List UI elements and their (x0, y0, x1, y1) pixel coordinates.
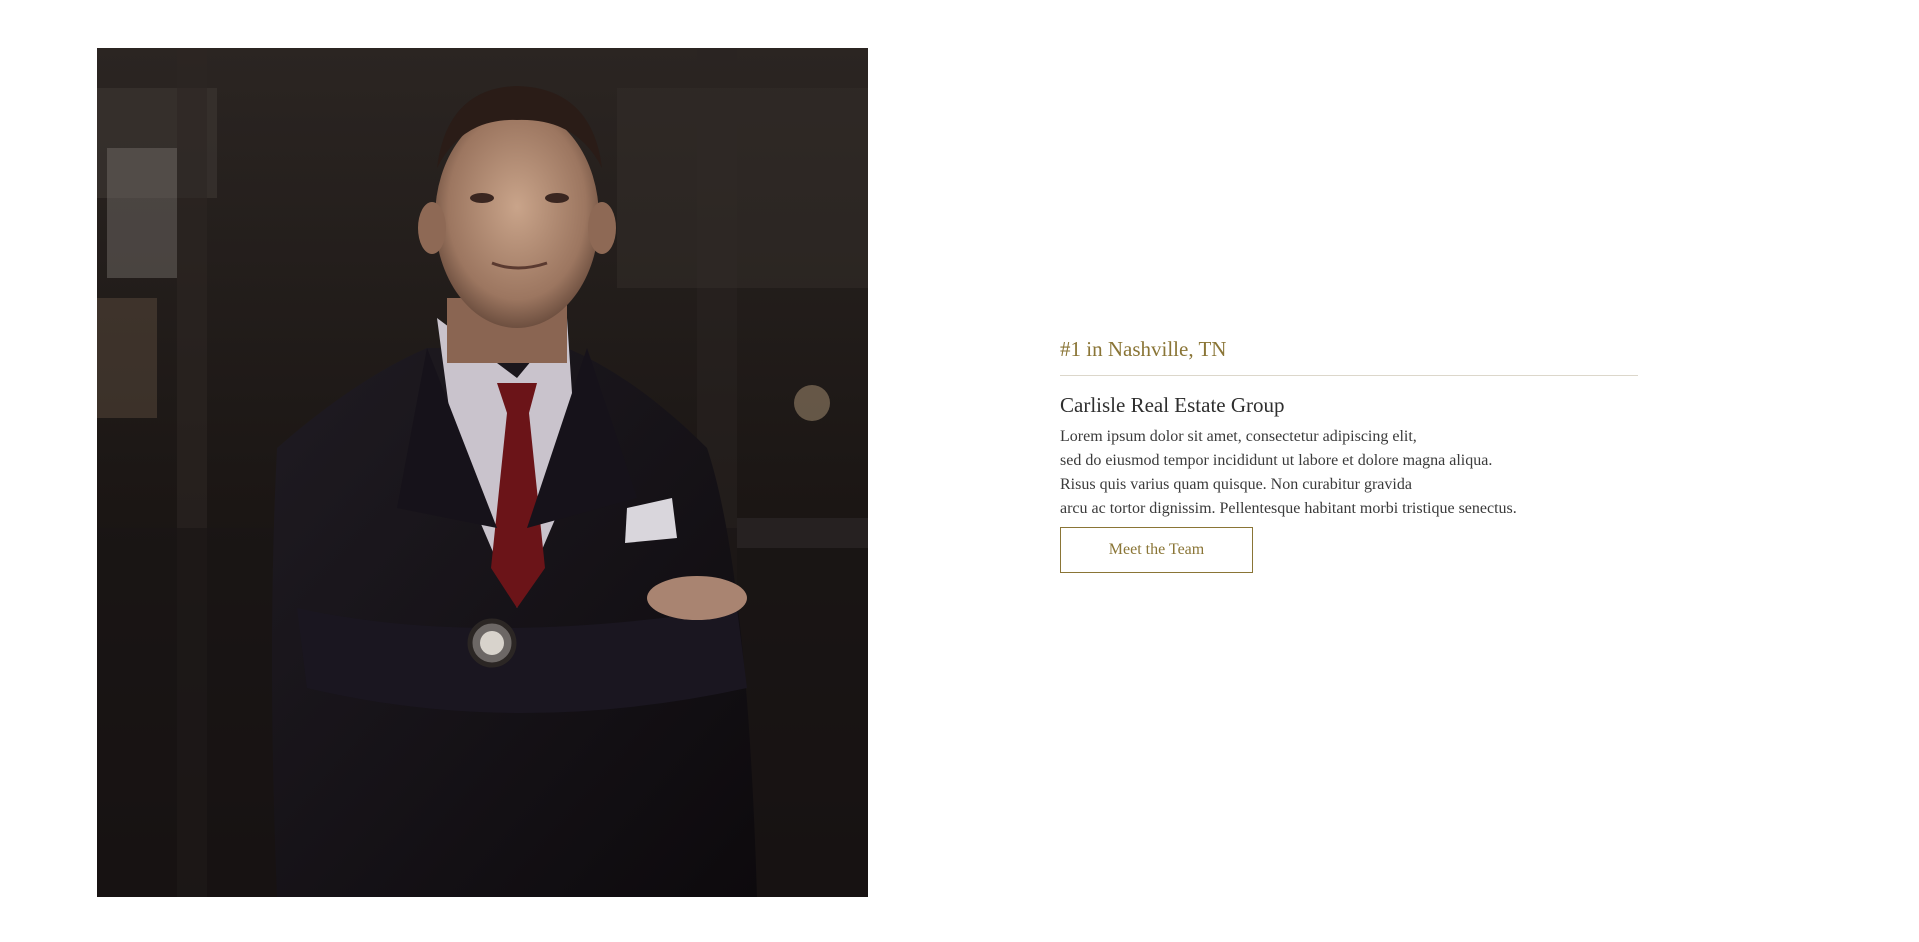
company-name: Carlisle Real Estate Group (1060, 393, 1285, 417)
portrait-image (97, 48, 868, 897)
divider (1060, 375, 1638, 376)
tagline: #1 in Nashville, TN (1060, 337, 1227, 361)
meet-the-team-button[interactable]: Meet the Team (1060, 527, 1253, 573)
description: Lorem ipsum dolor sit amet, consectetur … (1060, 425, 1638, 521)
hero-photo (97, 48, 868, 897)
description-line: sed do eiusmod tempor incididunt ut labo… (1060, 452, 1493, 469)
description-line: arcu ac tortor dignissim. Pellentesque h… (1060, 500, 1517, 517)
intro-section: #1 in Nashville, TN Carlisle Real Estate… (1060, 334, 1638, 573)
description-line: Lorem ipsum dolor sit amet, consectetur … (1060, 428, 1417, 445)
description-line: Risus quis varius quam quisque. Non cura… (1060, 476, 1412, 493)
